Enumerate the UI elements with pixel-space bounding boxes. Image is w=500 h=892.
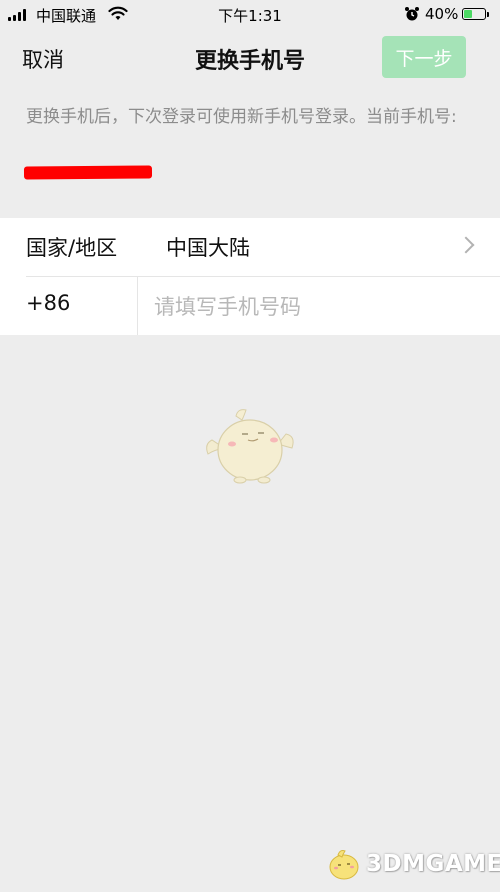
nav-bar: 取消 更换手机号 下一步 <box>0 30 500 86</box>
region-row[interactable]: 国家/地区 中国大陆 <box>26 218 500 277</box>
battery-percent: 40% <box>425 5 459 23</box>
vertical-divider <box>137 277 138 335</box>
watermark-logo-icon <box>329 850 359 880</box>
chevron-right-icon <box>457 236 475 254</box>
phone-row: +86 <box>0 277 500 335</box>
next-step-button[interactable]: 下一步 <box>382 36 466 78</box>
phone-number-input[interactable] <box>152 285 476 329</box>
description-text: 更换手机后，下次登录可使用新手机号登录。当前手机号: <box>26 107 457 127</box>
battery-icon <box>462 8 486 20</box>
status-bar: 中国联通 下午1:31 40% <box>0 0 500 30</box>
redacted-phone-number <box>23 165 153 180</box>
region-label: 国家/地区 <box>26 236 118 260</box>
region-value: 中国大陆 <box>166 236 250 260</box>
phone-form: 国家/地区 中国大陆 +86 <box>0 218 500 335</box>
country-code[interactable]: +86 <box>26 291 70 315</box>
battery-tip <box>487 12 489 17</box>
alarm-icon <box>404 6 420 26</box>
site-watermark: 3DMGAME <box>326 846 500 882</box>
watermark-text: 3DMGAME <box>366 851 500 877</box>
mascot-watermark-icon <box>202 404 298 494</box>
